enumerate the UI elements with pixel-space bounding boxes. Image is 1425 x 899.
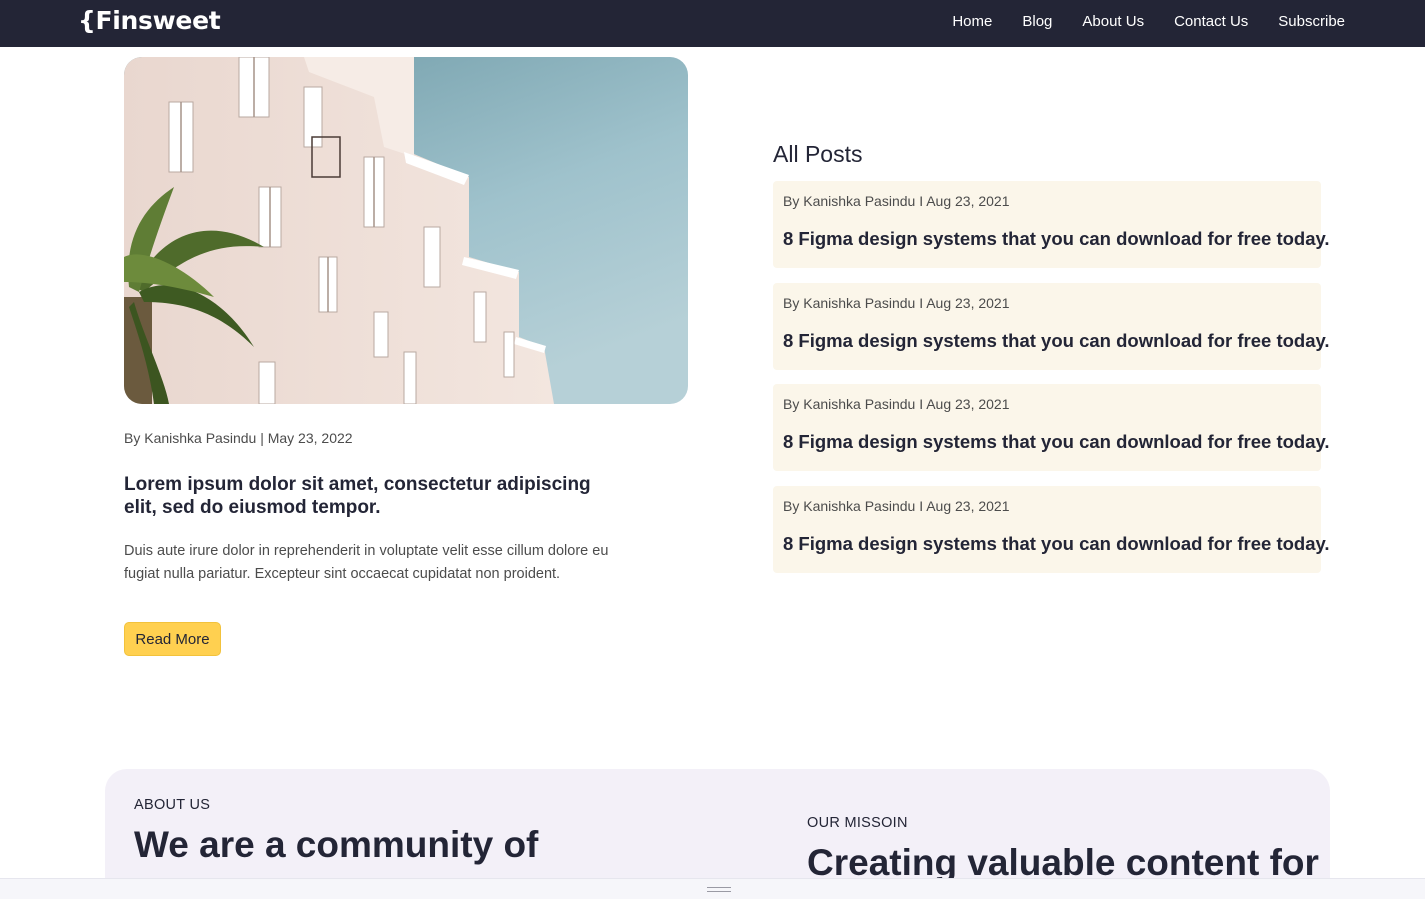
- post-card[interactable]: By Kanishka Pasindu I Aug 23, 2021 8 Fig…: [773, 486, 1330, 573]
- post-card[interactable]: By Kanishka Pasindu I Aug 23, 2021 8 Fig…: [773, 283, 1330, 370]
- post-title[interactable]: 8 Figma design systems that you can down…: [783, 431, 1330, 453]
- nav-home-link[interactable]: Home: [952, 13, 992, 30]
- featured-post-image[interactable]: [124, 57, 688, 404]
- read-more-button[interactable]: Read More: [124, 622, 221, 656]
- post-title[interactable]: 8 Figma design systems that you can down…: [783, 228, 1330, 250]
- featured-post-meta: By Kanishka Pasindu | May 23, 2022: [124, 430, 353, 446]
- resize-handle-icon[interactable]: [707, 887, 731, 892]
- post-title[interactable]: 8 Figma design systems that you can down…: [783, 533, 1330, 555]
- nav-about-us-link[interactable]: About Us: [1082, 13, 1144, 30]
- finsweet-logo[interactable]: {Finsweet: [78, 6, 221, 35]
- featured-post-excerpt: Duis aute irure dolor in reprehenderit i…: [124, 543, 609, 582]
- nav-contact-us-link[interactable]: Contact Us: [1174, 13, 1248, 30]
- about-us-label: ABOUT US: [134, 797, 211, 813]
- post-meta: By Kanishka Pasindu I Aug 23, 2021: [783, 193, 1010, 209]
- all-posts-heading: All Posts: [773, 141, 863, 167]
- featured-post-title[interactable]: Lorem ipsum dolor sit amet, consectetur …: [124, 473, 594, 519]
- our-mission-label: OUR MISSOIN: [807, 815, 908, 831]
- bottom-panel-bar: [0, 878, 1425, 899]
- nav-blog-link[interactable]: Blog: [1022, 13, 1052, 30]
- post-card[interactable]: By Kanishka Pasindu I Aug 23, 2021 8 Fig…: [773, 384, 1330, 471]
- nav-subscribe-link[interactable]: Subscribe: [1278, 13, 1345, 30]
- post-card[interactable]: By Kanishka Pasindu I Aug 23, 2021 8 Fig…: [773, 181, 1330, 268]
- top-navbar: {Finsweet Home Blog About Us Contact Us …: [0, 0, 1425, 47]
- post-meta: By Kanishka Pasindu I Aug 23, 2021: [783, 396, 1010, 412]
- post-meta: By Kanishka Pasindu I Aug 23, 2021: [783, 498, 1010, 514]
- about-us-heading: We are a community of: [134, 824, 539, 865]
- post-title[interactable]: 8 Figma design systems that you can down…: [783, 330, 1330, 352]
- main-nav: Home Blog About Us Contact Us Subscribe: [952, 0, 1345, 43]
- post-meta: By Kanishka Pasindu I Aug 23, 2021: [783, 295, 1010, 311]
